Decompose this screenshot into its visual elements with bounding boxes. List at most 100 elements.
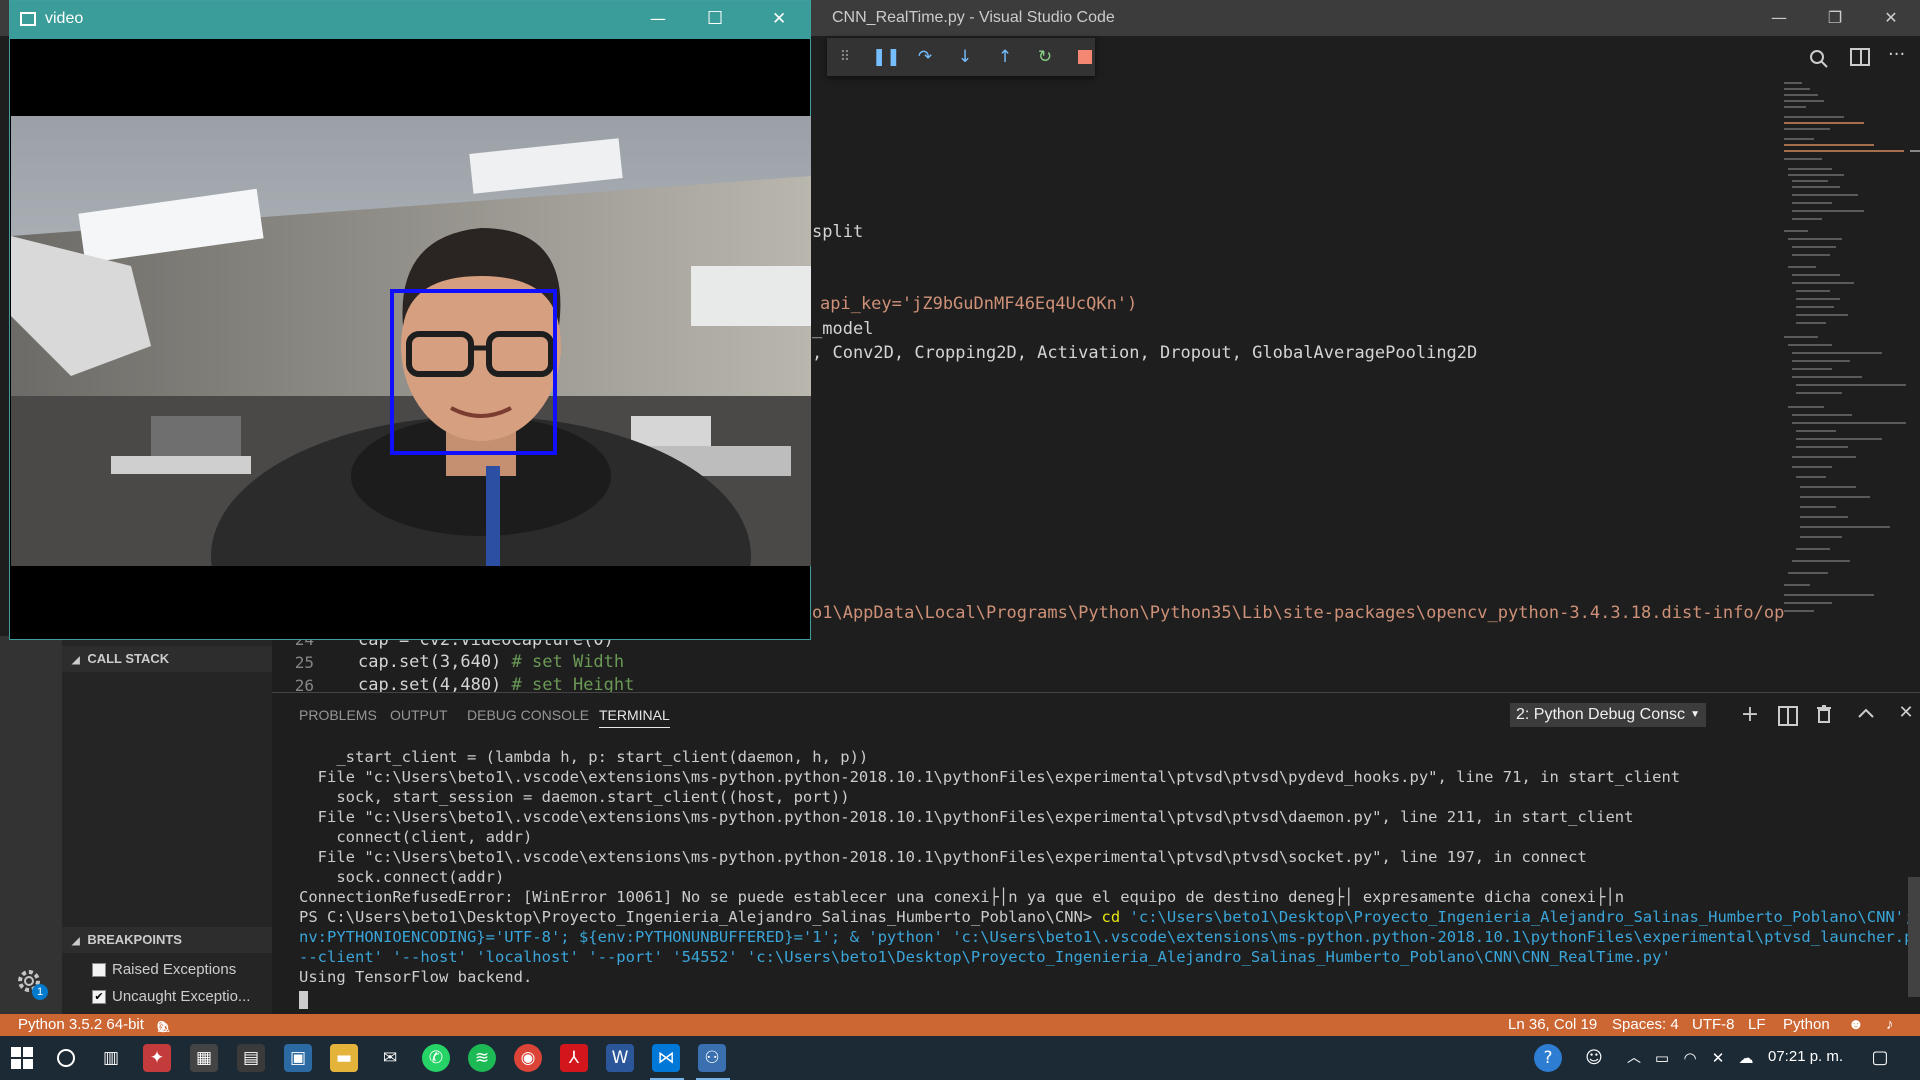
vscode-icon[interactable]: ⋈ bbox=[652, 1044, 680, 1072]
step-over-icon[interactable]: ↷ bbox=[912, 44, 938, 70]
call-stack-header[interactable]: ◢ CALL STACK bbox=[62, 646, 272, 672]
terminal-line: File "c:\Users\beto1\.vscode\extensions\… bbox=[299, 848, 1587, 866]
drag-handle-icon[interactable]: ⠿ bbox=[832, 44, 858, 70]
line-number: 25 bbox=[294, 653, 314, 672]
video-window[interactable]: video — ☐ ✕ bbox=[9, 0, 811, 640]
windows-taskbar: ▥ ✦ ▦ ▤ ▣ ▬ ✉ ✆ ≋ ◉ ⅄ W ⋈ ⚇ ? ☺ ︿ ▭ ◠ ✕ … bbox=[0, 1036, 1920, 1080]
close-button[interactable]: ✕ bbox=[772, 9, 786, 29]
bottom-panel: PROBLEMS OUTPUT DEBUG CONSOLE TERMINAL 2… bbox=[272, 692, 1920, 1015]
breakpoint-label: Uncaught Exceptio... bbox=[112, 988, 251, 1005]
close-button[interactable]: ✕ bbox=[1862, 0, 1920, 36]
start-icon[interactable] bbox=[8, 1044, 36, 1072]
chevron-up-icon[interactable]: ︿ bbox=[1620, 1044, 1648, 1072]
file-explorer-icon[interactable]: ▬ bbox=[330, 1044, 358, 1072]
code-fragment: api_key='jZ9bGuDnMF46Eq4UcQKn') bbox=[820, 294, 1138, 314]
step-out-icon[interactable]: ↑ bbox=[992, 44, 1018, 70]
dropdown-arrow-icon: ▼ bbox=[1690, 709, 1700, 720]
calculator-icon[interactable]: ▦ bbox=[190, 1044, 218, 1072]
terminal-select[interactable]: 2: Python Debug Consc ▼ bbox=[1510, 703, 1706, 727]
restart-icon[interactable]: ↻ bbox=[1032, 44, 1058, 70]
video-titlebar[interactable]: video — ☐ ✕ bbox=[10, 1, 810, 39]
onedrive-icon[interactable]: ☁ bbox=[1732, 1044, 1760, 1072]
notifications-bell-icon[interactable]: ♪ bbox=[1886, 1016, 1894, 1033]
tab-terminal[interactable]: TERMINAL bbox=[599, 707, 670, 728]
minimize-button[interactable]: — bbox=[1750, 0, 1808, 36]
python-icon[interactable]: ⚇ bbox=[698, 1044, 726, 1072]
clock[interactable]: 07:21 p. m. bbox=[1768, 1048, 1843, 1065]
file-encoding[interactable]: UTF-8 bbox=[1692, 1016, 1735, 1033]
split-terminal-icon[interactable] bbox=[1778, 706, 1798, 726]
add-terminal-icon[interactable]: + bbox=[1738, 703, 1762, 727]
webcam-image bbox=[11, 116, 811, 566]
language-mode[interactable]: Python bbox=[1783, 1016, 1830, 1033]
app-icon[interactable]: ✦ bbox=[143, 1044, 171, 1072]
restore-button[interactable]: ❐ bbox=[1806, 0, 1864, 36]
terminal-command-line: PS C:\Users\beto1\Desktop\Proyecto_Ingen… bbox=[299, 907, 1920, 927]
maximize-button[interactable]: ☐ bbox=[707, 8, 723, 29]
editor-scrollbar[interactable] bbox=[1908, 76, 1920, 692]
terminal-command-line: nv:PYTHONIOENCODING}='UTF-8'; ${env:PYTH… bbox=[299, 928, 1920, 946]
terminal-error-line: ConnectionRefusedError: [WinError 10061]… bbox=[299, 888, 1625, 906]
feedback-smiley-icon[interactable]: ☻ bbox=[1848, 1016, 1864, 1033]
wifi-icon[interactable]: ◠ bbox=[1676, 1044, 1704, 1072]
people-icon[interactable]: ☺ bbox=[1580, 1044, 1608, 1072]
search-icon[interactable] bbox=[52, 1044, 80, 1072]
tab-problems[interactable]: PROBLEMS bbox=[299, 707, 377, 723]
terminal-line: File "c:\Users\beto1\.vscode\extensions\… bbox=[299, 808, 1634, 826]
activity-bar: 1 bbox=[0, 636, 62, 1014]
terminal-line: sock, start_session = daemon.start_clien… bbox=[299, 788, 850, 806]
code-comment: # set Width bbox=[511, 652, 625, 672]
whatsapp-icon[interactable]: ✆ bbox=[422, 1044, 450, 1072]
close-panel-icon[interactable]: ✕ bbox=[1896, 703, 1916, 723]
checkbox-unchecked[interactable] bbox=[92, 963, 106, 978]
action-center-icon[interactable]: ▢ bbox=[1866, 1044, 1894, 1072]
stop-icon[interactable] bbox=[1072, 44, 1098, 70]
terminal-line: connect(client, addr) bbox=[299, 828, 533, 846]
help-icon[interactable]: ? bbox=[1534, 1044, 1562, 1072]
terminal-line: sock.connect(addr) bbox=[299, 868, 505, 886]
open-changes-icon[interactable] bbox=[1808, 48, 1830, 70]
more-actions-icon[interactable]: ··· bbox=[1888, 44, 1912, 65]
battery-icon[interactable]: ▭ bbox=[1648, 1044, 1676, 1072]
code-fragment: , Conv2D, Cropping2D, Activation, Dropou… bbox=[812, 343, 1478, 363]
acrobat-icon[interactable]: ⅄ bbox=[560, 1044, 588, 1072]
terminal-line: _start_client = (lambda h, p: start_clie… bbox=[299, 748, 869, 766]
split-editor-icon[interactable] bbox=[1850, 48, 1870, 66]
breakpoint-uncaught-exceptions[interactable]: ✔ Uncaught Exceptio... bbox=[92, 988, 250, 1005]
cursor-position[interactable]: Ln 36, Col 19 bbox=[1508, 1016, 1597, 1033]
terminal-cmd: cd bbox=[1101, 908, 1121, 926]
task-view-icon[interactable]: ▥ bbox=[97, 1044, 125, 1072]
breakpoint-label: Raised Exceptions bbox=[112, 961, 237, 978]
minimap-lines bbox=[1784, 82, 1906, 612]
volume-icon[interactable]: ✕ bbox=[1704, 1044, 1732, 1072]
trash-icon[interactable] bbox=[1817, 705, 1831, 723]
minimize-button[interactable]: — bbox=[650, 9, 666, 28]
photos-icon[interactable]: ▣ bbox=[284, 1044, 312, 1072]
terminal-command-line: --client' '--host' 'localhost' '--port' … bbox=[299, 948, 1671, 966]
python-interpreter[interactable]: Python 3.5.2 64-bit bbox=[18, 1016, 144, 1033]
pause-icon[interactable]: ❚❚ bbox=[872, 44, 901, 70]
settings-gear-icon[interactable]: 1 bbox=[14, 966, 48, 1000]
mail-icon[interactable]: ✉ bbox=[376, 1044, 404, 1072]
word-icon[interactable]: W bbox=[606, 1044, 634, 1072]
spotify-icon[interactable]: ≋ bbox=[468, 1044, 496, 1072]
chevron-down-icon: ◢ bbox=[72, 936, 80, 947]
tab-output[interactable]: OUTPUT bbox=[390, 707, 448, 723]
indentation[interactable]: Spaces: 4 bbox=[1612, 1016, 1679, 1033]
step-into-icon[interactable]: ↓ bbox=[952, 44, 978, 70]
window-title: CNN_RealTime.py - Visual Studio Code bbox=[832, 9, 1115, 26]
checkbox-checked[interactable]: ✔ bbox=[92, 990, 106, 1005]
terminal-scrollbar[interactable] bbox=[1908, 877, 1920, 997]
terminal-output-line: Using TensorFlow backend. bbox=[299, 968, 533, 986]
chrome-icon[interactable]: ◉ bbox=[514, 1044, 542, 1072]
chevron-down-icon: ◢ bbox=[72, 655, 80, 666]
code-fragment: split bbox=[812, 222, 864, 242]
scroll-thumb[interactable] bbox=[1910, 150, 1920, 152]
maximize-panel-icon[interactable] bbox=[1856, 703, 1876, 723]
minimap[interactable] bbox=[1784, 76, 1908, 692]
tab-debug-console[interactable]: DEBUG CONSOLE bbox=[467, 707, 589, 723]
end-of-line[interactable]: LF bbox=[1748, 1016, 1766, 1033]
breakpoints-header[interactable]: ◢ BREAKPOINTS bbox=[62, 927, 272, 953]
breakpoint-raised-exceptions[interactable]: Raised Exceptions bbox=[92, 961, 236, 978]
calendar-icon[interactable]: ▤ bbox=[237, 1044, 265, 1072]
